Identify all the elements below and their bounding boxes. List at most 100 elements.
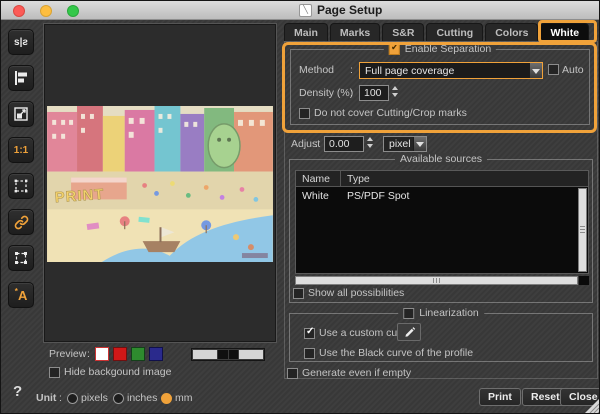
preview-swatch-blue[interactable]: [149, 347, 163, 361]
unit-radio-mm[interactable]: [161, 393, 172, 404]
preview-illustration: PRINT: [47, 106, 273, 262]
actual-size-glyph: 1:1: [14, 145, 28, 156]
scale-icon[interactable]: [8, 101, 34, 127]
close-window-button[interactable]: [13, 5, 25, 17]
mirror-horizontal-icon[interactable]: s|ƨ: [8, 29, 34, 55]
density-input[interactable]: 100: [359, 85, 389, 101]
method-label: Method: [299, 64, 334, 76]
stepper-down-icon: [392, 93, 398, 97]
chevron-down-icon: [529, 63, 542, 78]
generate-row: Generate even if empty: [287, 367, 411, 379]
custom-curve-checkbox[interactable]: [304, 328, 315, 339]
page-setup-dialog: ╲ Page Setup s|ƨ 1:1: [0, 0, 600, 414]
no-cover-label: Do not cover Cutting/Crop marks: [314, 107, 467, 119]
bar-segment-dark: [218, 350, 227, 359]
hide-background-row: Hide backgound image: [49, 366, 171, 378]
actual-size-icon[interactable]: 1:1: [8, 137, 34, 163]
preview-swatch-white[interactable]: [95, 347, 109, 361]
stepper-down-icon: [367, 144, 373, 148]
no-cover-checkbox[interactable]: [299, 108, 310, 119]
mirror-glyph: s|ƨ: [14, 37, 28, 48]
unit-pixels-label: pixels: [81, 392, 108, 404]
selection-handles-glyph: [12, 249, 30, 267]
colon: :: [315, 138, 318, 150]
generate-checkbox[interactable]: [287, 368, 298, 379]
window-title: Page Setup: [317, 3, 382, 17]
show-all-checkbox[interactable]: [293, 288, 304, 299]
unit-inches-label: inches: [127, 392, 157, 404]
adjust-stepper[interactable]: [367, 137, 373, 148]
adjust-input[interactable]: 0.00: [324, 136, 364, 152]
linearization-checkbox[interactable]: [403, 308, 414, 319]
separation-group-title: Enable Separation: [384, 43, 496, 55]
tab-cutting[interactable]: Cutting: [426, 23, 483, 41]
tab-sr[interactable]: S&R: [382, 23, 424, 41]
scrollbar-grip: [580, 226, 585, 234]
tab-white[interactable]: White: [540, 23, 589, 41]
table-row[interactable]: White PS/PDF Spot: [296, 188, 576, 203]
title-bar: ╲ Page Setup: [1, 1, 600, 20]
bar-segment-light: [193, 350, 217, 359]
adjust-unit-value: pixel: [384, 138, 413, 150]
density-label: Density (%): [299, 87, 353, 99]
unit-radio-inches[interactable]: [113, 393, 124, 404]
bar-segment-dark: [229, 350, 238, 359]
help-button[interactable]: ?: [13, 383, 22, 400]
linearization-label: Linearization: [419, 307, 479, 319]
preview-swatch-green[interactable]: [131, 347, 145, 361]
density-stepper[interactable]: [392, 86, 398, 97]
enable-separation-checkbox[interactable]: [389, 44, 400, 55]
fit-to-page-icon[interactable]: [8, 173, 34, 199]
colon: :: [59, 392, 62, 404]
align-icon[interactable]: [8, 65, 34, 91]
tab-marks[interactable]: Marks: [330, 23, 380, 41]
linearization-group-title: Linearization: [398, 307, 484, 319]
grayscale-preview-bar[interactable]: [191, 348, 265, 361]
hide-background-label: Hide backgound image: [64, 366, 171, 378]
preview-swatch-red[interactable]: [113, 347, 127, 361]
bar-segment-light: [239, 350, 263, 359]
document-proxy-icon: ╲: [299, 4, 312, 17]
edit-curve-button[interactable]: [397, 323, 421, 341]
method-value: Full page coverage: [360, 65, 529, 77]
preview-panel: PRINT: [43, 23, 277, 343]
print-button[interactable]: Print: [479, 388, 521, 406]
sources-table: Name Type White PS/PDF Spot: [295, 170, 589, 274]
show-all-row: Show all possibilities: [293, 287, 404, 299]
unit-radio-pixels[interactable]: [67, 393, 78, 404]
link-icon[interactable]: [8, 209, 34, 235]
hide-background-checkbox[interactable]: [49, 367, 60, 378]
source-type: PS/PDF Spot: [340, 190, 409, 202]
column-name: Name: [296, 173, 340, 185]
tab-main[interactable]: Main: [284, 23, 328, 41]
auto-checkbox[interactable]: [548, 64, 559, 75]
link-glyph: [13, 214, 30, 231]
no-cover-row: Do not cover Cutting/Crop marks: [299, 107, 467, 119]
scrollbar-grip: [433, 278, 442, 283]
unit-mm-label: mm: [175, 392, 193, 404]
fit-to-page-glyph: [12, 177, 30, 195]
method-dropdown[interactable]: Full page coverage: [359, 62, 543, 79]
unit-label: Unit: [36, 392, 56, 404]
sources-groupbox: Available sources Name Type White PS/PDF…: [289, 159, 593, 303]
scrollbar-corner: [579, 276, 589, 285]
tab-colors[interactable]: Colors: [485, 23, 538, 41]
zoom-window-button[interactable]: [67, 5, 79, 17]
adjust-unit-dropdown[interactable]: pixel: [383, 136, 427, 152]
pencil-icon: [403, 326, 416, 339]
sources-title: Available sources: [400, 153, 482, 165]
column-type: Type: [341, 173, 370, 185]
colon: :: [350, 64, 353, 76]
mirror-text-icon[interactable]: * A: [8, 282, 34, 308]
black-curve-checkbox[interactable]: [304, 348, 315, 359]
tab-bar: Main Marks S&R Cutting Colors White: [284, 23, 589, 41]
vertical-scrollbar[interactable]: [578, 188, 587, 272]
stepper-up-icon: [367, 137, 373, 141]
auto-label: Auto: [562, 64, 584, 76]
selection-handles-icon[interactable]: [8, 245, 34, 271]
horizontal-scrollbar[interactable]: [295, 276, 578, 285]
resize-grip[interactable]: [585, 399, 599, 413]
preview-image: PRINT: [47, 106, 273, 262]
minimize-window-button[interactable]: [40, 5, 52, 17]
custom-curve-row: Use a custom curve: [304, 327, 412, 339]
